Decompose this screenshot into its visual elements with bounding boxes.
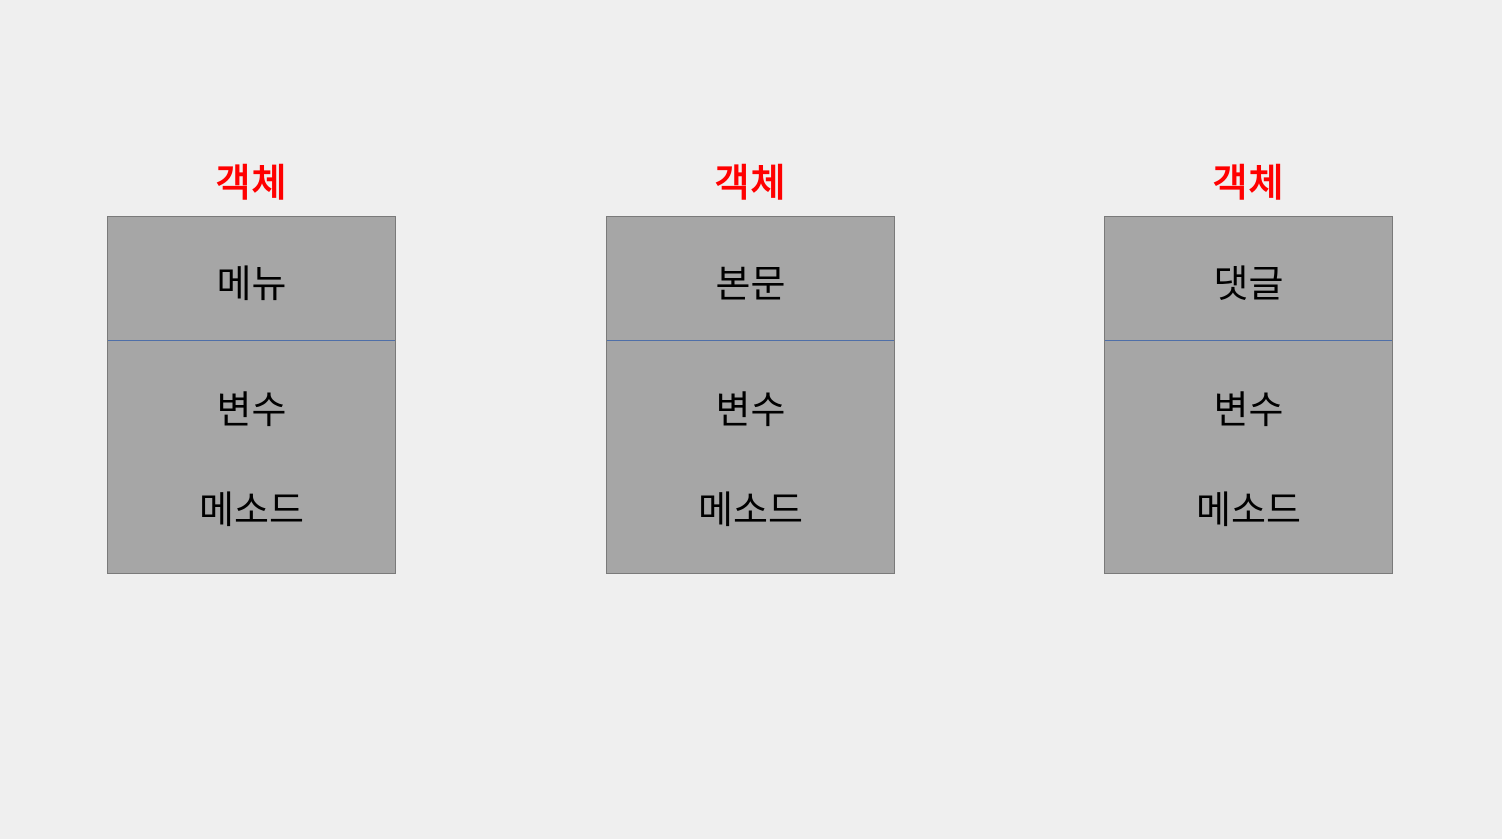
object-title: 객체: [215, 161, 288, 205]
object-members-section: 변수 메소드: [108, 341, 395, 573]
object-name-section: 본문: [607, 217, 894, 341]
object-box: 메뉴 변수 메소드: [107, 216, 396, 574]
object-members-section: 변수 메소드: [607, 341, 894, 573]
member-variable: 변수: [715, 388, 786, 432]
object-name-section: 메뉴: [108, 217, 395, 341]
object-members-section: 변수 메소드: [1105, 341, 1392, 573]
member-variable: 변수: [216, 388, 287, 432]
member-method: 메소드: [1196, 488, 1301, 532]
object-name-section: 댓글: [1105, 217, 1392, 341]
object-box: 댓글 변수 메소드: [1104, 216, 1393, 574]
object-name: 본문: [715, 262, 786, 306]
member-method: 메소드: [698, 488, 803, 532]
member-variable: 변수: [1213, 388, 1284, 432]
object-name: 메뉴: [216, 262, 287, 306]
diagram-canvas: 객체 메뉴 변수 메소드 객체 본문 변수 메소드 객체 댓글 변수 메소드: [0, 0, 1502, 839]
member-method: 메소드: [199, 488, 304, 532]
object-group-comment: 객체 댓글 변수 메소드: [1104, 158, 1393, 574]
object-title: 객체: [714, 161, 787, 205]
object-group-menu: 객체 메뉴 변수 메소드: [107, 158, 396, 574]
object-title: 객체: [1212, 161, 1285, 205]
object-name: 댓글: [1213, 262, 1284, 306]
object-box: 본문 변수 메소드: [606, 216, 895, 574]
object-group-body: 객체 본문 변수 메소드: [606, 158, 895, 574]
